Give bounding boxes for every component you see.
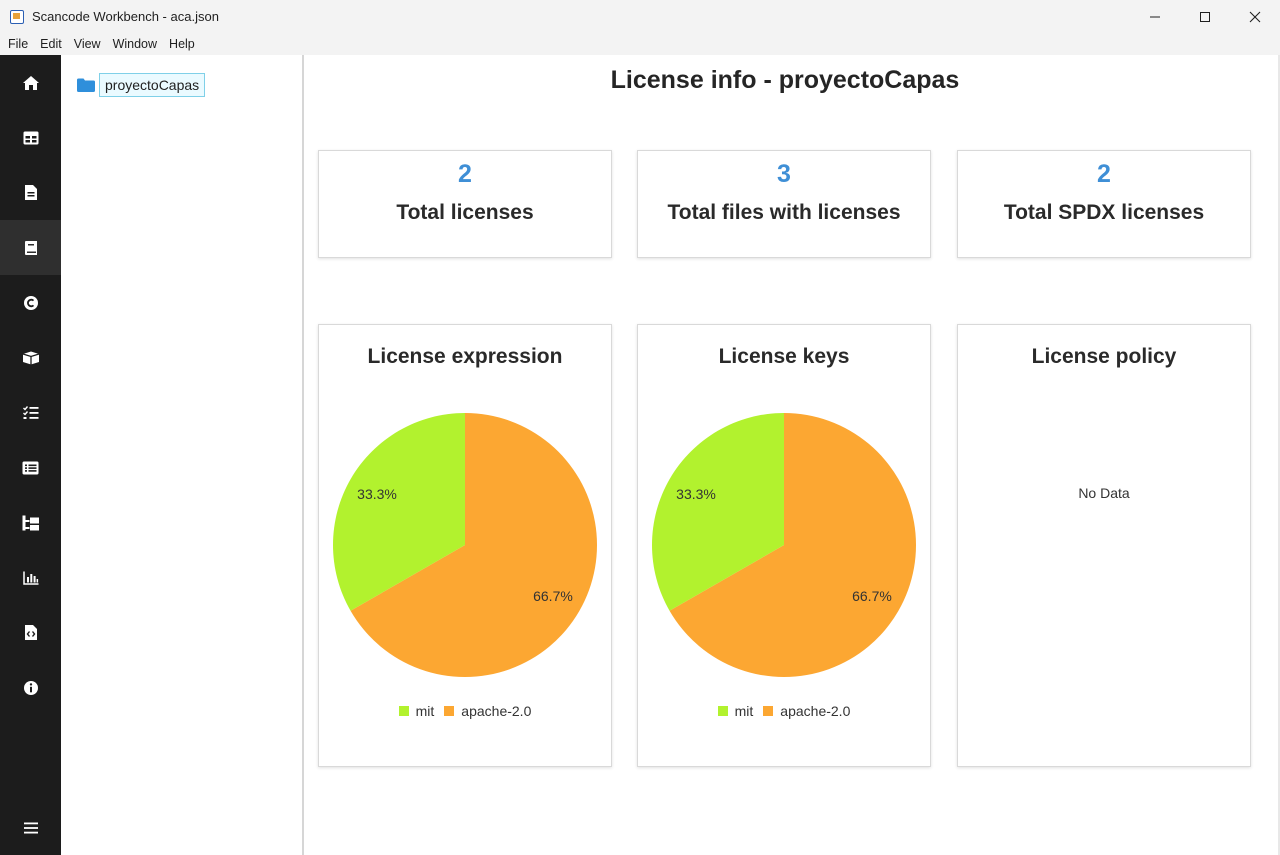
pie-slice-label: 66.7%	[533, 588, 573, 604]
chart-legend: mit apache-2.0	[638, 703, 930, 719]
menu-view[interactable]: View	[68, 37, 107, 51]
minimize-icon	[1150, 16, 1160, 17]
navigation-rail	[0, 55, 61, 855]
legend-swatch	[444, 706, 455, 716]
nav-license-detections[interactable]	[0, 440, 61, 495]
legend-swatch	[398, 706, 409, 716]
legend-label: mit	[734, 703, 754, 719]
nav-about[interactable]	[0, 660, 61, 715]
nav-home[interactable]	[0, 55, 61, 110]
pie-chart-license-expression: 66.7% 33.3%	[333, 413, 597, 677]
legend-label: apache-2.0	[780, 703, 851, 719]
chart-legend: mit apache-2.0	[319, 703, 611, 719]
stat-card-total-spdx: 2 Total SPDX licenses	[957, 150, 1251, 258]
chart-title: License policy	[1031, 345, 1177, 368]
pie-slice-label: 66.7%	[852, 588, 892, 604]
copyright-icon	[23, 295, 38, 310]
legend-item-mit[interactable]: mit	[398, 703, 435, 719]
nav-dependency-info[interactable]	[0, 385, 61, 440]
menu-bar: File Edit View Window Help	[0, 33, 1280, 55]
nav-file-info[interactable]	[0, 165, 61, 220]
menu-help[interactable]: Help	[163, 37, 201, 51]
nav-tree-view[interactable]	[0, 495, 61, 550]
license-detections-icon	[22, 461, 39, 474]
app-icon	[10, 9, 24, 24]
menu-edit[interactable]: Edit	[34, 37, 68, 51]
file-info-icon	[24, 185, 37, 200]
file-tree-panel: proyectoCapas	[61, 55, 304, 855]
tree-structure-icon	[22, 515, 39, 530]
hamburger-menu-icon	[23, 822, 38, 833]
maximize-button[interactable]	[1180, 0, 1230, 33]
about-icon	[23, 680, 38, 695]
license-info-icon	[24, 240, 37, 255]
stat-value: 2	[458, 160, 472, 188]
scan-info-icon	[24, 625, 37, 640]
chart-card-license-policy: License policy No Data	[957, 324, 1251, 767]
main-content: License info - proyectoCapas 2 Total lic…	[306, 55, 1280, 855]
close-button[interactable]	[1230, 0, 1280, 33]
stat-label: Total licenses	[396, 201, 534, 224]
page-title: License info - proyectoCapas	[610, 66, 960, 94]
nav-chart-summary[interactable]	[0, 550, 61, 605]
no-data-message: No Data	[1078, 485, 1130, 501]
home-icon	[22, 75, 39, 90]
stat-value: 2	[1097, 160, 1111, 188]
nav-license-info[interactable]	[0, 220, 61, 275]
legend-label: mit	[415, 703, 435, 719]
legend-label: apache-2.0	[461, 703, 532, 719]
stat-card-total-licenses: 2 Total licenses	[318, 150, 612, 258]
maximize-icon	[1200, 11, 1210, 22]
stat-label: Total files with licenses	[667, 201, 901, 224]
nav-menu-toggle[interactable]	[0, 800, 61, 855]
legend-item-apache[interactable]: apache-2.0	[444, 703, 531, 719]
legend-swatch	[717, 706, 728, 716]
stat-value: 3	[777, 160, 791, 188]
stat-label: Total SPDX licenses	[1003, 201, 1205, 224]
legend-item-apache[interactable]: apache-2.0	[763, 703, 850, 719]
nav-package-info[interactable]	[0, 330, 61, 385]
minimize-button[interactable]	[1130, 0, 1180, 33]
pie-chart-license-keys: 66.7% 33.3%	[652, 413, 916, 677]
pie-slice-label: 33.3%	[357, 486, 397, 502]
chart-card-license-expression: License expression 66.7% 33.3% mit apache…	[318, 324, 612, 767]
legend-swatch	[763, 706, 774, 716]
chart-card-license-keys: License keys 66.7% 33.3% mit apache-2.0	[637, 324, 931, 767]
close-icon	[1249, 11, 1261, 22]
nav-copyright-info[interactable]	[0, 275, 61, 330]
folder-icon	[77, 78, 95, 92]
dependency-checklist-icon	[22, 405, 38, 419]
window-controls	[1130, 0, 1280, 33]
tree-node-label[interactable]: proyectoCapas	[99, 73, 206, 97]
stat-card-total-files: 3 Total files with licenses	[637, 150, 931, 258]
menu-file[interactable]: File	[2, 37, 34, 51]
tree-node-root[interactable]: proyectoCapas	[77, 73, 206, 97]
pie-slice-label: 33.3%	[676, 486, 716, 502]
package-info-icon	[22, 351, 39, 364]
nav-scan-info[interactable]	[0, 605, 61, 660]
nav-table-view[interactable]	[0, 110, 61, 165]
legend-item-mit[interactable]: mit	[717, 703, 754, 719]
table-view-icon	[23, 131, 38, 144]
title-bar: Scancode Workbench - aca.json	[0, 0, 1280, 33]
window-title: Scancode Workbench - aca.json	[32, 9, 219, 24]
chart-summary-icon	[22, 571, 38, 585]
menu-window[interactable]: Window	[107, 37, 163, 51]
